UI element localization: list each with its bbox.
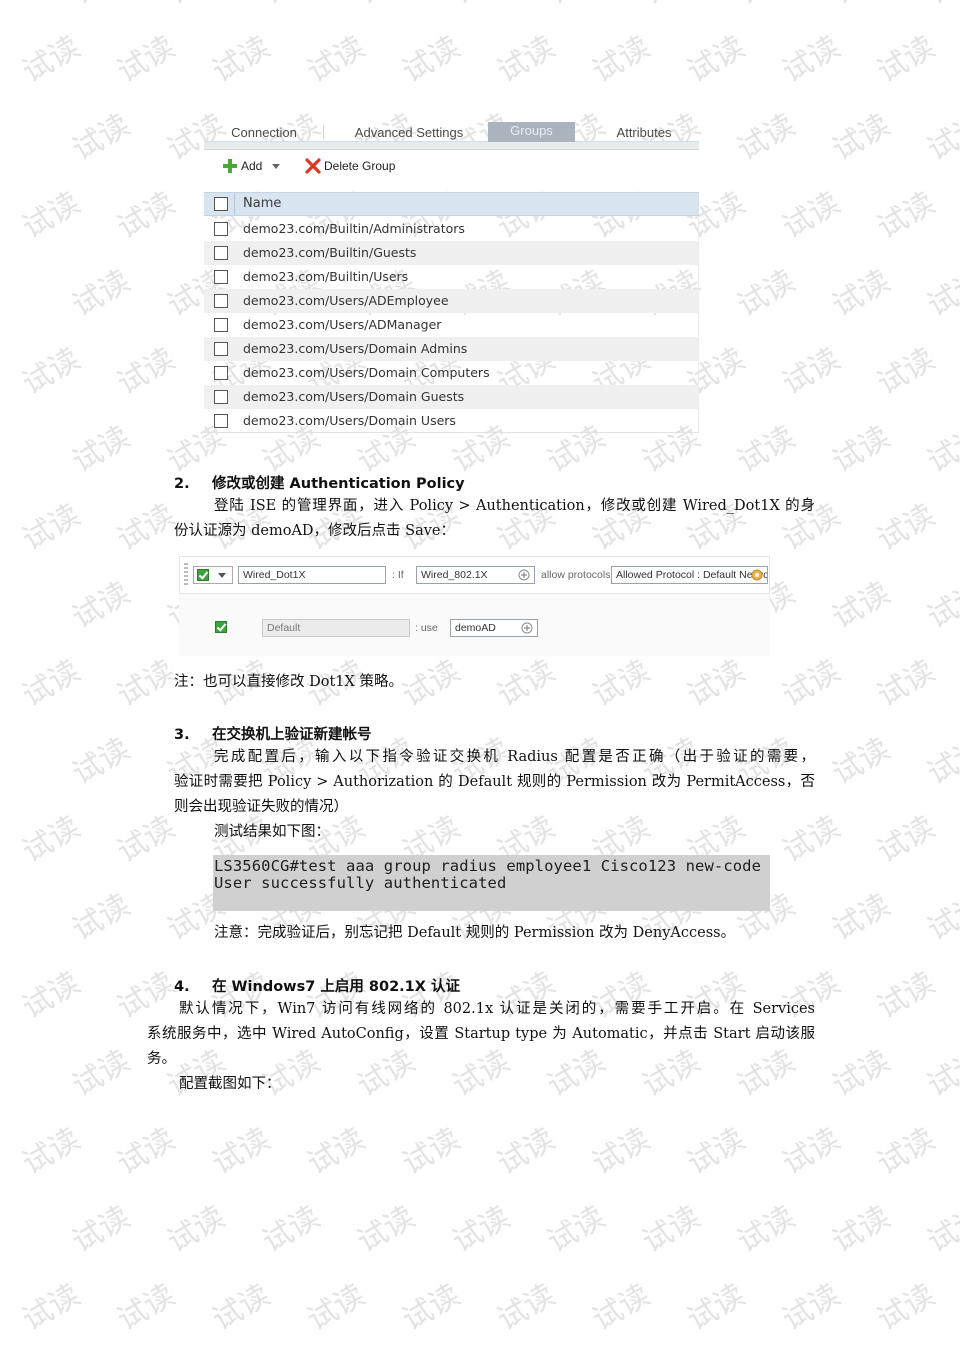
table-row[interactable]: demo23.com/Users/Domain Admins	[204, 337, 699, 361]
use-label: : use	[415, 622, 438, 634]
tab-attributes[interactable]: Attributes	[589, 123, 699, 142]
paragraph-line: 份认证源为 demoAD，修改后点击 Save：	[174, 523, 456, 539]
if-label: : If	[392, 569, 404, 581]
ad-groups-panel: Connection Advanced Settings Groups Attr…	[204, 120, 699, 434]
condition-field[interactable]: Wired_802.1X	[416, 566, 535, 584]
row-checkbox[interactable]	[214, 294, 228, 308]
section-3-number: 3.	[174, 727, 190, 743]
enabled-check-icon	[215, 621, 227, 633]
column-header-name[interactable]: Name	[243, 196, 281, 212]
group-name: demo23.com/Builtin/Users	[243, 269, 409, 284]
row-checkbox[interactable]	[214, 270, 228, 284]
identity-source-field[interactable]: demoAD	[450, 619, 538, 637]
group-name: demo23.com/Users/Domain Computers	[243, 365, 490, 380]
table-row[interactable]: demo23.com/Users/Domain Users	[204, 409, 699, 433]
toolbar-strip	[204, 142, 699, 150]
paragraph-line: 登陆 ISE 的管理界面，进入 Policy > Authentication，…	[214, 498, 815, 514]
groups-toolbar: Add Delete Group	[204, 150, 699, 182]
paragraph-line: 务。	[147, 1051, 176, 1067]
row-checkbox[interactable]	[214, 246, 228, 260]
plus-icon[interactable]	[521, 622, 533, 634]
section-4-title: 在 Windows7 上启用 802.1X 认证	[212, 979, 460, 995]
paragraph-line: 系统服务中，选中 Wired AutoConfig，设置 Startup typ…	[147, 1026, 815, 1042]
tab-connection[interactable]: Connection	[214, 123, 314, 142]
paragraph-line: 完成配置后，输入以下指令验证交换机 Radius 配置是否正确（出于验证的需要，	[214, 749, 815, 765]
note-deny-access: 注意：完成验证后，别忘记把 Default 规则的 Permission 改为 …	[214, 921, 735, 946]
paragraph-line: 验证时需要把 Policy > Authorization 的 Default …	[174, 774, 815, 790]
select-all-checkbox[interactable]	[214, 197, 228, 211]
tab-groups[interactable]: Groups	[488, 122, 575, 142]
note-text: 注意：完成验证后，别忘记把 Default 规则的 Permission 改为 …	[214, 925, 736, 941]
identity-source-value: demoAD	[455, 622, 496, 634]
table-row[interactable]: demo23.com/Users/ADManager	[204, 313, 699, 337]
section-2-title: 修改或创建 Authentication Policy	[212, 476, 465, 492]
table-row[interactable]: demo23.com/Users/ADEmployee	[204, 289, 699, 313]
authentication-policy-panel: Wired_Dot1X : If Wired_802.1X allow prot…	[179, 556, 770, 656]
paragraph-line: 配置截图如下：	[179, 1076, 281, 1092]
allowed-protocols-field[interactable]: Allowed Protocol : Default Netwo	[611, 566, 768, 584]
table-row[interactable]: demo23.com/Builtin/Administrators	[204, 217, 699, 241]
delete-group-label: Delete Group	[324, 159, 396, 173]
settings-icon[interactable]	[751, 569, 763, 581]
delete-group-button[interactable]: Delete Group	[305, 157, 395, 175]
enabled-check-icon	[197, 569, 209, 581]
row-checkbox[interactable]	[214, 390, 228, 404]
delete-x-icon	[305, 158, 321, 174]
group-name: demo23.com/Users/Domain Users	[243, 413, 456, 428]
section-4-number: 4.	[174, 979, 190, 995]
table-row[interactable]: demo23.com/Users/Domain Guests	[204, 385, 699, 409]
row-checkbox[interactable]	[214, 414, 228, 428]
add-button[interactable]: Add	[222, 157, 284, 175]
allow-protocols-label: allow protocols	[541, 569, 611, 581]
row-checkbox[interactable]	[214, 366, 228, 380]
group-name: demo23.com/Users/Domain Guests	[243, 389, 465, 404]
rule-status-dropdown[interactable]	[193, 566, 233, 584]
table-row[interactable]: demo23.com/Users/Domain Computers	[204, 361, 699, 385]
section-3-heading: 3. 在交换机上验证新建帐号	[174, 723, 372, 744]
drag-handle-icon[interactable]	[184, 563, 188, 585]
group-name: demo23.com/Builtin/Guests	[243, 245, 417, 260]
section-2-heading: 2. 修改或创建 Authentication Policy	[174, 472, 465, 493]
paragraph-line: 测试结果如下图：	[214, 824, 330, 840]
chevron-down-icon[interactable]	[271, 162, 281, 170]
group-name: demo23.com/Users/Domain Admins	[243, 341, 468, 356]
paragraph-line: 则会出现验证失败的情况）	[174, 799, 348, 815]
chevron-down-icon	[218, 573, 226, 578]
group-name: demo23.com/Builtin/Administrators	[243, 221, 465, 236]
terminal-line: LS3560CG#test aaa group radius employee1…	[214, 857, 762, 875]
terminal-line: User successfully authenticated	[214, 874, 507, 892]
plus-icon	[223, 159, 237, 173]
group-name: demo23.com/Users/ADManager	[243, 317, 442, 332]
section-3-paragraph: 完成配置后，输入以下指令验证交换机 Radius 配置是否正确（出于验证的需要，…	[174, 745, 815, 845]
note-text: 注：也可以直接修改 Dot1X 策略。	[174, 674, 403, 690]
table-row[interactable]: demo23.com/Builtin/Users	[204, 265, 699, 289]
plus-icon[interactable]	[518, 569, 530, 581]
note-dot1x: 注：也可以直接修改 Dot1X 策略。	[174, 670, 403, 695]
section-4-paragraph: 默认情况下，Win7 访问有线网络的 802.1x 认证是关闭的，需要手工开启。…	[147, 997, 815, 1097]
allowed-protocols-value: Allowed Protocol : Default Netwo	[616, 569, 768, 581]
policy-rule-row: Wired_Dot1X : If Wired_802.1X allow prot…	[179, 556, 770, 594]
group-name: demo23.com/Users/ADEmployee	[243, 293, 449, 308]
tab-bar: Connection Advanced Settings Groups Attr…	[204, 120, 699, 142]
paragraph-line: 默认情况下，Win7 访问有线网络的 802.1x 认证是关闭的，需要手工开启。…	[179, 1001, 815, 1017]
terminal-output: LS3560CG#test aaa group radius employee1…	[213, 855, 770, 911]
section-2-paragraph: 登陆 ISE 的管理界面，进入 Policy > Authentication，…	[174, 494, 815, 544]
groups-table-header: Name	[204, 192, 699, 216]
section-2-number: 2.	[174, 476, 190, 492]
row-checkbox[interactable]	[214, 222, 228, 236]
row-checkbox[interactable]	[214, 342, 228, 356]
condition-value: Wired_802.1X	[421, 569, 488, 581]
row-checkbox[interactable]	[214, 318, 228, 332]
section-3-title: 在交换机上验证新建帐号	[212, 727, 372, 743]
default-rule-status[interactable]	[213, 618, 231, 636]
rule-name-input[interactable]: Wired_Dot1X	[238, 566, 386, 584]
default-rule-name-field: Default	[262, 619, 410, 637]
add-button-label: Add	[241, 159, 263, 173]
table-row[interactable]: demo23.com/Builtin/Guests	[204, 241, 699, 265]
section-4-heading: 4. 在 Windows7 上启用 802.1X 认证	[174, 975, 460, 996]
tab-advanced-settings[interactable]: Advanced Settings	[334, 123, 484, 142]
